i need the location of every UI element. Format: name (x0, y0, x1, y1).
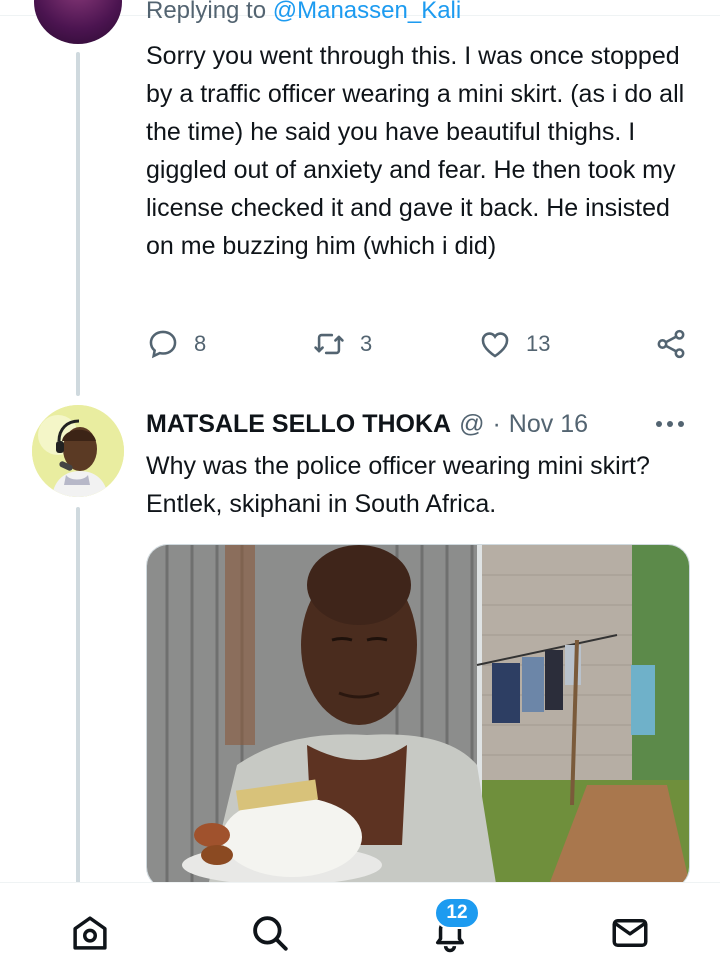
tweet-media-photo[interactable] (146, 544, 690, 889)
tweet-header: MATSALE SELLO THOKA @ · Nov 16 (146, 405, 588, 443)
display-name[interactable]: MATSALE SELLO THOKA (146, 410, 451, 439)
share-button[interactable] (654, 322, 688, 366)
notifications-badge: 12 (434, 897, 480, 929)
thread-line (76, 507, 80, 887)
thread-line (76, 52, 80, 396)
messages-icon (612, 919, 648, 947)
profile-photo (32, 405, 124, 497)
retweet-icon (314, 333, 344, 355)
tweet-actions: 8 3 13 (146, 322, 690, 366)
reply-count: 8 (194, 331, 207, 356)
retweet-count: 3 (360, 331, 373, 356)
more-icon (656, 421, 684, 427)
reply-context: Replying to @Manassen_Kali (146, 0, 461, 26)
tweet-date[interactable]: Nov 16 (509, 410, 588, 439)
like-button[interactable]: 13 (478, 322, 550, 366)
like-icon (481, 332, 509, 358)
home-icon (73, 916, 107, 950)
tweet-text: Sorry you went through this. I was once … (146, 42, 685, 260)
search-icon (253, 916, 288, 951)
separator-dot: · (492, 409, 501, 438)
avatar[interactable] (34, 0, 122, 44)
more-button[interactable] (650, 405, 690, 443)
nav-search[interactable] (248, 911, 292, 955)
reply-button[interactable]: 8 (146, 322, 206, 366)
reply-prefix: Replying to (146, 0, 267, 24)
user-handle[interactable]: @ (459, 410, 484, 439)
nav-messages[interactable] (608, 911, 652, 955)
reply-icon (149, 330, 177, 359)
share-icon (657, 329, 685, 359)
like-count: 13 (526, 331, 551, 356)
retweet-button[interactable]: 3 (312, 322, 372, 366)
tweet-text: Why was the police officer wearing mini … (146, 452, 650, 518)
photo-image (147, 545, 689, 888)
reply-handle-link[interactable]: @Manassen_Kali (273, 0, 461, 24)
bottom-navigation (0, 882, 720, 979)
nav-home[interactable] (68, 911, 112, 955)
avatar[interactable] (32, 405, 124, 497)
